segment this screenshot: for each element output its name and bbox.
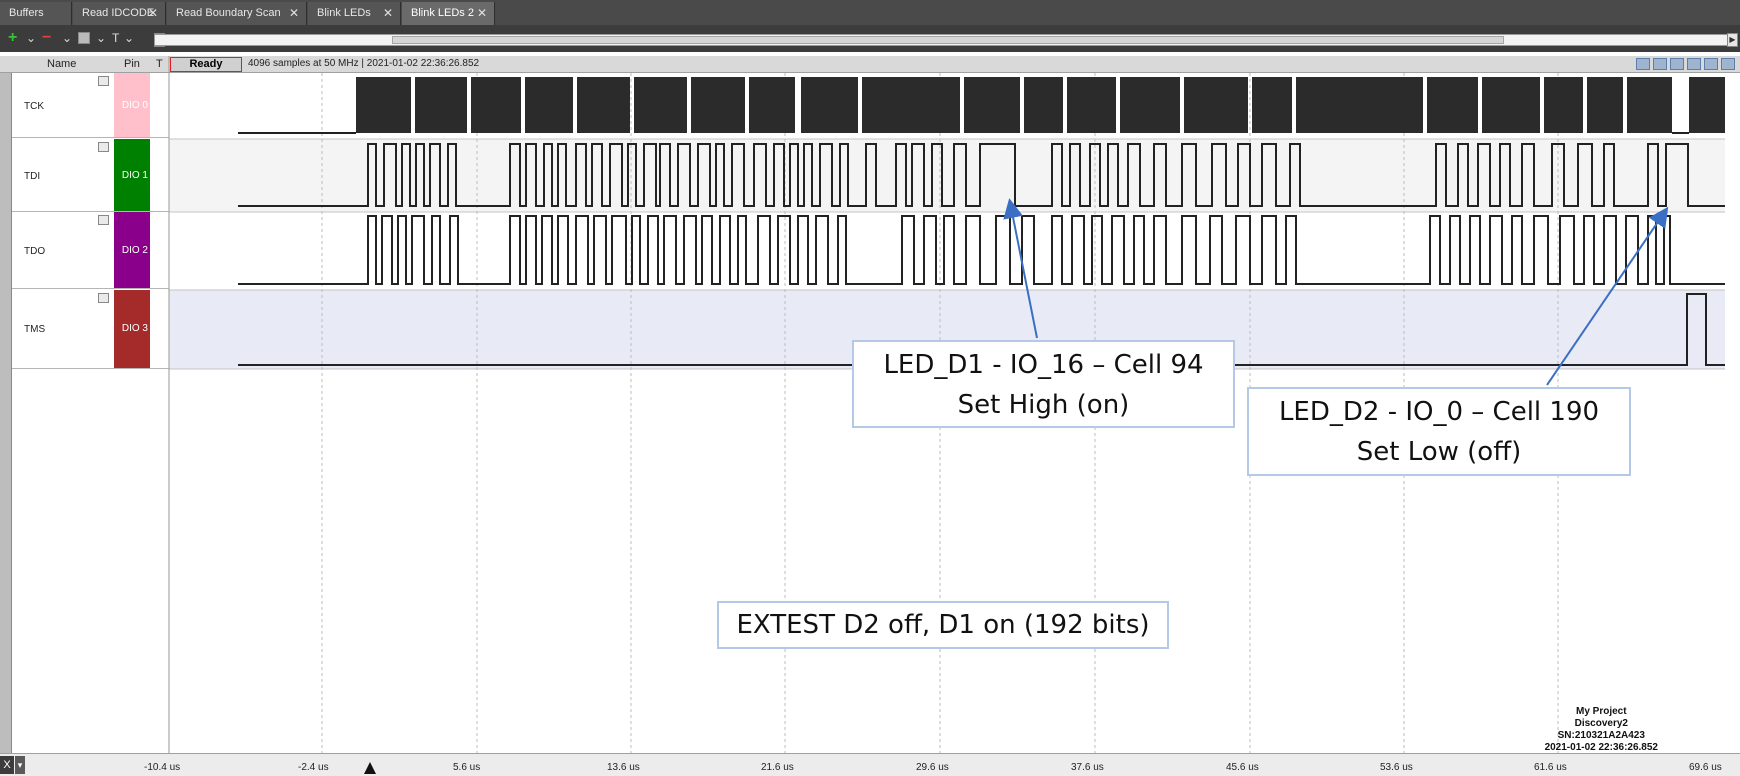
tck-clock-burst: [691, 77, 745, 133]
channel-row-background: [169, 212, 1725, 290]
device-info: My Project Discovery2 SN:210321A2A423 20…: [1545, 706, 1658, 754]
tck-clock-burst: [1024, 77, 1063, 133]
callout-extest: EXTEST D2 off, D1 on (192 bits): [717, 601, 1169, 649]
tck-clock-burst: [471, 77, 521, 133]
tck-clock-burst: [577, 77, 630, 133]
tck-clock-burst: [862, 77, 960, 133]
tck-clock-burst: [1689, 77, 1725, 133]
callout-line: LED_D1 - IO_16 – Cell 94: [883, 350, 1204, 380]
tck-clock-burst: [1544, 77, 1583, 133]
time-tick-label: -10.4 us: [144, 762, 181, 773]
tck-clock-burst: [801, 77, 858, 133]
tck-clock-burst: [1184, 77, 1248, 133]
tck-clock-burst: [356, 77, 411, 133]
project-name: My Project: [1575, 706, 1627, 717]
tck-clock-burst: [1120, 77, 1180, 133]
time-tick-label: 45.6 us: [1226, 762, 1259, 773]
tck-clock-burst: [634, 77, 687, 133]
time-tick-label: 29.6 us: [916, 762, 949, 773]
tck-clock-burst: [1252, 77, 1292, 133]
time-axis-bar: X ▾: [0, 753, 1740, 776]
time-tick-label: 69.6 us: [1689, 762, 1722, 773]
time-tick-label: 21.6 us: [761, 762, 794, 773]
tck-clock-burst: [1587, 77, 1623, 133]
tck-clock-burst: [1296, 77, 1423, 133]
callout-line: LED_D2 - IO_0 – Cell 190: [1278, 397, 1600, 427]
serial-number: SN:210321A2A423: [1557, 730, 1645, 741]
tck-clock-burst: [415, 77, 467, 133]
tck-clock-burst: [749, 77, 795, 133]
tck-clock-burst: [525, 77, 573, 133]
tck-clock-burst: [1067, 77, 1116, 133]
callout-line: Set High (on): [957, 390, 1130, 420]
time-tick-label: 13.6 us: [607, 762, 640, 773]
time-tick-label: 53.6 us: [1380, 762, 1413, 773]
tck-clock-burst: [1627, 77, 1672, 133]
tck-clock-burst: [964, 77, 1020, 133]
tck-clock-burst: [1427, 77, 1478, 133]
time-tick-label: -2.4 us: [298, 762, 329, 773]
time-tick-label: 37.6 us: [1071, 762, 1104, 773]
callout-led-d1: LED_D1 - IO_16 – Cell 94 Set High (on): [852, 340, 1235, 428]
trigger-marker-icon[interactable]: [364, 762, 376, 774]
callout-led-d2: LED_D2 - IO_0 – Cell 190 Set Low (off): [1247, 387, 1631, 476]
device-name: Discovery2: [1574, 718, 1628, 729]
time-tick-label: 61.6 us: [1534, 762, 1567, 773]
tck-clock-burst: [1482, 77, 1540, 133]
callout-line: Set Low (off): [1356, 437, 1522, 467]
chevron-down-icon[interactable]: ▾: [15, 756, 25, 774]
time-tick-label: 5.6 us: [453, 762, 481, 773]
x-axis-button[interactable]: X: [0, 756, 14, 774]
